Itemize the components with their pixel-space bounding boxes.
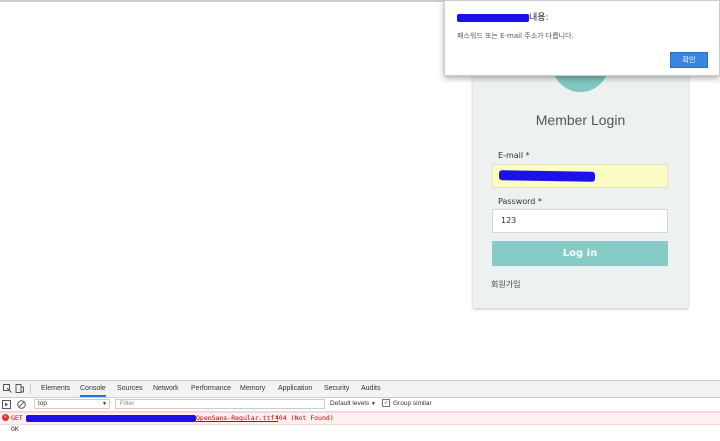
chevron-down-icon: ▼ xyxy=(102,401,107,407)
device-toolbar-icon[interactable] xyxy=(15,384,24,393)
tab-security[interactable]: Security xyxy=(324,381,349,397)
redaction-mark xyxy=(457,13,529,22)
password-field[interactable]: 123 xyxy=(492,209,668,233)
tab-memory[interactable]: Memory xyxy=(240,381,265,397)
tab-performance[interactable]: Performance xyxy=(191,381,231,397)
console-toolbar: top ▼ Filter Default levels ▼ ✓ Group sim… xyxy=(0,398,720,412)
group-similar-label: Group similar xyxy=(393,400,432,407)
tab-network[interactable]: Network xyxy=(153,381,179,397)
alert-title-text: 내용: xyxy=(529,13,549,23)
context-value: top xyxy=(38,400,48,407)
log-levels-dropdown[interactable]: Default levels ▼ xyxy=(330,399,376,409)
password-label: Password * xyxy=(498,197,542,206)
inspect-element-icon[interactable] xyxy=(3,384,12,393)
console-log-ok: OK xyxy=(11,425,19,433)
required-mark: * xyxy=(525,151,530,160)
context-select[interactable]: top ▼ xyxy=(34,399,110,409)
error-method: GET xyxy=(11,414,23,422)
email-label: E-mail * xyxy=(498,151,530,160)
error-icon: ✕ xyxy=(2,414,9,421)
chevron-down-icon: ▼ xyxy=(370,401,376,407)
email-field[interactable] xyxy=(492,164,668,188)
console-sidebar-icon[interactable] xyxy=(2,400,11,409)
console-filter-input[interactable]: Filter xyxy=(115,399,325,409)
login-button[interactable]: Log in xyxy=(492,241,668,266)
alert-dialog: 내용: 패스워드 또는 E-mail 주소가 다릅니다. 확인 xyxy=(444,0,720,76)
required-mark: * xyxy=(537,197,542,206)
alert-title: 내용: xyxy=(457,10,549,23)
login-title: Member Login xyxy=(535,112,626,128)
alert-message: 패스워드 또는 E-mail 주소가 다릅니다. xyxy=(457,32,574,40)
clear-console-icon[interactable] xyxy=(17,400,26,409)
tab-elements[interactable]: Elements xyxy=(41,381,70,397)
redaction-mark xyxy=(26,415,196,422)
email-label-text: E-mail xyxy=(498,151,524,160)
levels-label: Default levels xyxy=(330,400,370,407)
redaction-mark xyxy=(498,170,596,182)
alert-ok-button[interactable]: 확인 xyxy=(670,52,708,68)
password-label-text: Password xyxy=(498,197,536,206)
error-status: 404 (Not Found) xyxy=(275,414,334,422)
error-file-link[interactable]: OpenSans-Regular.ttf' xyxy=(196,413,278,423)
tab-sources[interactable]: Sources xyxy=(117,381,143,397)
group-similar-toggle[interactable]: ✓ Group similar xyxy=(382,399,432,409)
checkbox-checked-icon[interactable]: ✓ xyxy=(382,399,390,408)
devtools-tabbar: Elements Console Sources Network Perform… xyxy=(0,381,720,398)
tab-audits[interactable]: Audits xyxy=(361,381,380,397)
signup-link[interactable]: 회원가입 xyxy=(491,279,520,290)
tab-application[interactable]: Application xyxy=(278,381,312,397)
login-card: Member Login E-mail * Password * 123 Log… xyxy=(473,35,688,308)
tab-divider xyxy=(30,384,31,394)
console-error-row: ✕ GET OpenSans-Regular.ttf' 404 (Not Fou… xyxy=(0,412,720,425)
tab-console[interactable]: Console xyxy=(80,381,106,397)
devtools-panel: Elements Console Sources Network Perform… xyxy=(0,380,720,441)
